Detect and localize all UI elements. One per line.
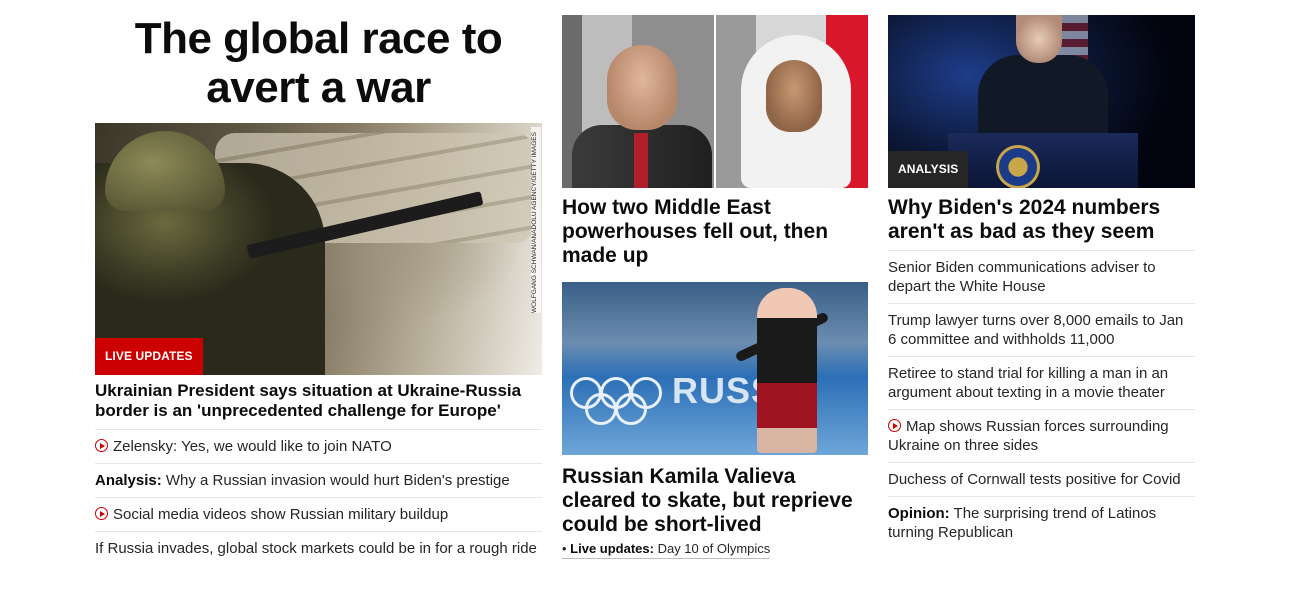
image-skater	[757, 288, 817, 453]
play-circle-icon	[888, 419, 901, 432]
related-link-text: Trump lawyer turns over 8,000 emails to …	[888, 312, 1184, 348]
related-link[interactable]: Map shows Russian forces surrounding Ukr…	[888, 409, 1195, 462]
related-link[interactable]: Opinion: The surprising trend of Latinos…	[888, 496, 1195, 549]
image-head	[1016, 15, 1062, 63]
related-link-prefix: Analysis:	[95, 472, 162, 489]
image-face	[607, 45, 677, 130]
related-link[interactable]: If Russia invades, global stock markets …	[95, 531, 542, 565]
ring	[615, 393, 647, 425]
related-link[interactable]: Retiree to stand trial for killing a man…	[888, 356, 1195, 409]
middle-east-leaders-image[interactable]	[562, 15, 868, 188]
story-headline[interactable]: Why Biden's 2024 numbers aren't as bad a…	[888, 196, 1195, 244]
analysis-badge: ANALYSIS	[888, 151, 969, 188]
bullet: •	[562, 541, 571, 556]
live-updates-badge: LIVE UPDATES	[95, 338, 203, 375]
related-link-text: Social media videos show Russian militar…	[113, 506, 449, 523]
related-link[interactable]: Trump lawyer turns over 8,000 emails to …	[888, 303, 1195, 356]
live-updates-text: Day 10 of Olympics	[653, 541, 771, 556]
story-headline[interactable]: Russian Kamila Valieva cleared to skate,…	[562, 465, 868, 537]
related-link[interactable]: Duchess of Cornwall tests positive for C…	[888, 462, 1195, 496]
image-figure	[978, 55, 1108, 145]
lead-story-column: The global race to avert a war WOLFGANG …	[95, 14, 542, 557]
related-link-text: Senior Biden communications adviser to d…	[888, 259, 1156, 295]
image-credit: WOLFGANG SCHWAN/ANADOLU AGENCY/GETTY IMA…	[531, 127, 541, 313]
related-link[interactable]: Analysis: Why a Russian invasion would h…	[95, 463, 542, 497]
related-link[interactable]: Social media videos show Russian militar…	[95, 497, 542, 531]
right-related-links: Senior Biden communications adviser to d…	[888, 250, 1195, 549]
ring	[585, 393, 617, 425]
related-link-text: If Russia invades, global stock markets …	[95, 540, 537, 557]
image-divider	[714, 15, 716, 188]
play-circle-icon	[95, 439, 108, 452]
middle-column: How two Middle East powerhouses fell out…	[562, 15, 868, 559]
live-updates-link[interactable]: • Live updates: Day 10 of Olympics	[562, 541, 771, 559]
valieva-image[interactable]: RUSSIA	[562, 282, 868, 455]
right-column: ANALYSIS Why Biden's 2024 numbers aren't…	[888, 15, 1195, 541]
lead-headline[interactable]: Ukrainian President says situation at Uk…	[95, 381, 542, 421]
lead-related-links: Zelensky: Yes, we would like to join NAT…	[95, 429, 542, 565]
image-right-portrait	[716, 15, 868, 188]
hero-title[interactable]: The global race to avert a war	[95, 14, 542, 112]
image-left-portrait	[562, 15, 714, 188]
related-link-text: Duchess of Cornwall tests positive for C…	[888, 471, 1181, 488]
related-link[interactable]: Zelensky: Yes, we would like to join NAT…	[95, 429, 542, 463]
play-circle-icon	[95, 507, 108, 520]
related-link-text: Why a Russian invasion would hurt Biden'…	[161, 472, 510, 489]
related-link-text: Zelensky: Yes, we would like to join NAT…	[113, 438, 392, 455]
related-link-prefix: Opinion:	[888, 505, 950, 522]
image-tie	[634, 133, 648, 188]
presidential-seal-icon	[996, 145, 1040, 188]
related-link-text: Retiree to stand trial for killing a man…	[888, 365, 1169, 401]
image-podium	[948, 133, 1138, 188]
live-updates-label: Live updates:	[570, 541, 654, 556]
image-helmet	[105, 131, 225, 211]
lead-story-image[interactable]: WOLFGANG SCHWAN/ANADOLU AGENCY/GETTY IMA…	[95, 123, 542, 375]
story-headline[interactable]: How two Middle East powerhouses fell out…	[562, 196, 868, 268]
biden-image[interactable]: ANALYSIS	[888, 15, 1195, 188]
related-link[interactable]: Senior Biden communications adviser to d…	[888, 250, 1195, 303]
olympic-rings	[570, 377, 662, 425]
image-face	[766, 60, 822, 132]
related-link-text: Map shows Russian forces surrounding Ukr…	[888, 418, 1169, 454]
